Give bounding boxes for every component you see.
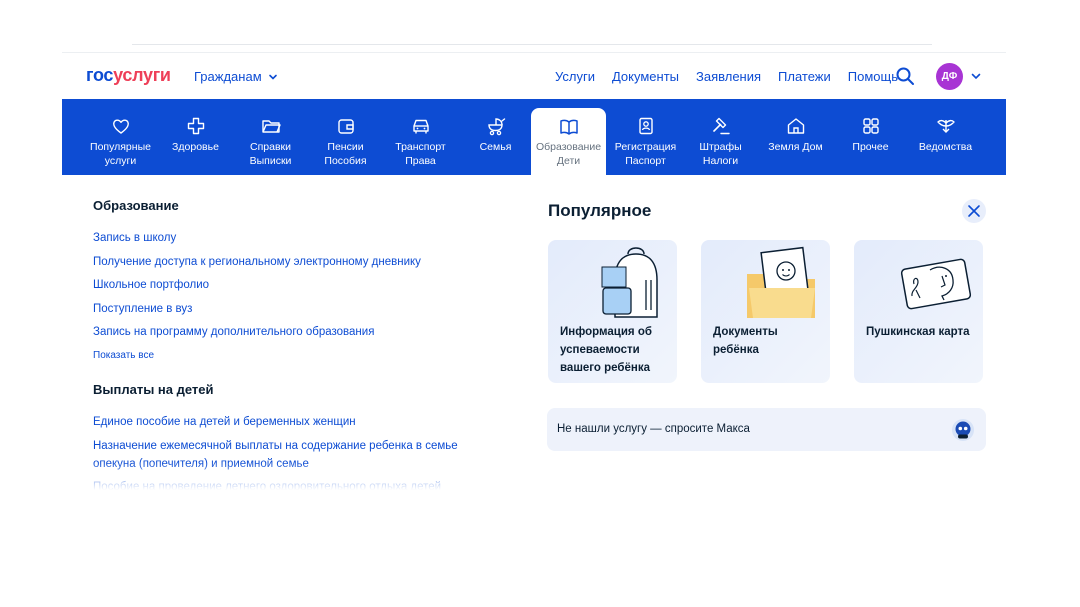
category-family[interactable]: Семья [458,99,533,175]
category-other[interactable]: Прочее [833,99,908,175]
main-nav: Услуги Документы Заявления Платежи Помощ… [555,69,898,84]
gavel-icon [713,117,730,135]
heart-icon [113,119,129,134]
category-education[interactable]: Образование Дети [531,108,606,175]
nav-services[interactable]: Услуги [555,69,595,84]
link-unified-allowance[interactable]: Единое пособие на детей и беременных жен… [93,413,493,431]
child-documents-icon [747,246,815,318]
link-summer-rest[interactable]: Пособие на проведение летнего оздоровите… [93,478,493,490]
category-certificates[interactable]: Справки Выписки [233,99,308,175]
wallet-icon [338,119,354,134]
avatar[interactable]: ДФ [936,63,963,90]
robot-assistant-icon [952,419,974,441]
popular-card-grades[interactable]: Информация об успеваемости вашего ребёнк… [548,240,677,383]
audience-label: Гражданам [194,69,262,84]
pushkin-card-icon [900,258,972,310]
folder-icon [262,120,281,133]
link-guardian-payment[interactable]: Назначение ежемесячной выплаты на содерж… [93,437,473,473]
section-title-education: Образование [93,198,179,213]
search-icon[interactable] [894,65,916,87]
link-additional-education[interactable]: Запись на программу дополнительного обра… [93,323,493,341]
popular-title: Популярное [548,201,652,220]
category-bar: Популярные услуги Здоровье Справки Выпис… [62,99,1006,175]
section-title-payments: Выплаты на детей [93,382,214,397]
medical-cross-icon [187,117,205,135]
book-icon [560,119,578,135]
category-health[interactable]: Здоровье [158,99,233,175]
nav-applications[interactable]: Заявления [696,69,761,84]
chevron-down-icon[interactable] [970,70,982,82]
card-text: Информация об успеваемости вашего ребёнк… [560,326,652,374]
show-all-link[interactable]: Показать все [93,350,493,361]
card-text: Документы ребёнка [713,326,778,356]
close-button[interactable] [962,199,986,223]
link-university-admission[interactable]: Поступление в вуз [93,300,493,318]
card-text: Пушкинская карта [866,326,970,338]
house-icon [787,118,805,134]
category-fines[interactable]: Штрафы Налоги [683,99,758,175]
category-land-house[interactable]: Земля Дом [758,99,833,175]
popular-card-child-documents[interactable]: Документы ребёнка [701,240,830,383]
category-registration[interactable]: Регистрация Паспорт [608,99,683,175]
category-menu: Образование Запись в школу Получение дос… [93,198,493,490]
ask-max-text: Не нашли услугу — спросите Макса [557,423,750,435]
grid-icon [863,118,879,134]
stroller-icon [488,118,506,136]
header: госуслуги Гражданам Услуги Документы Зая… [62,52,1006,100]
category-popular[interactable]: Популярные услуги [83,99,158,175]
nav-payments[interactable]: Платежи [778,69,831,84]
gosuslugi-logo[interactable]: госуслуги [86,65,171,86]
link-school-enrollment[interactable]: Запись в школу [93,229,493,247]
audience-dropdown[interactable]: Гражданам [194,69,278,84]
ask-max-banner[interactable]: Не нашли услугу — спросите Макса [547,408,986,451]
link-school-portfolio[interactable]: Школьное портфолио [93,276,493,294]
close-icon [968,205,980,217]
category-transport[interactable]: Транспорт Права [383,99,458,175]
popular-card-pushkin-card[interactable]: Пушкинская карта [854,240,983,383]
nav-help[interactable]: Помощь [848,69,898,84]
nav-documents[interactable]: Документы [612,69,679,84]
emblem-icon [937,119,955,133]
top-divider [132,44,932,45]
car-icon [413,119,429,134]
category-agencies[interactable]: Ведомства [908,99,983,175]
link-electronic-diary[interactable]: Получение доступа к региональному электр… [93,253,493,271]
chevron-down-icon [268,74,277,80]
category-pensions[interactable]: Пенсии Пособия [308,99,383,175]
passport-icon [639,117,653,135]
backpack-icon [601,247,658,318]
